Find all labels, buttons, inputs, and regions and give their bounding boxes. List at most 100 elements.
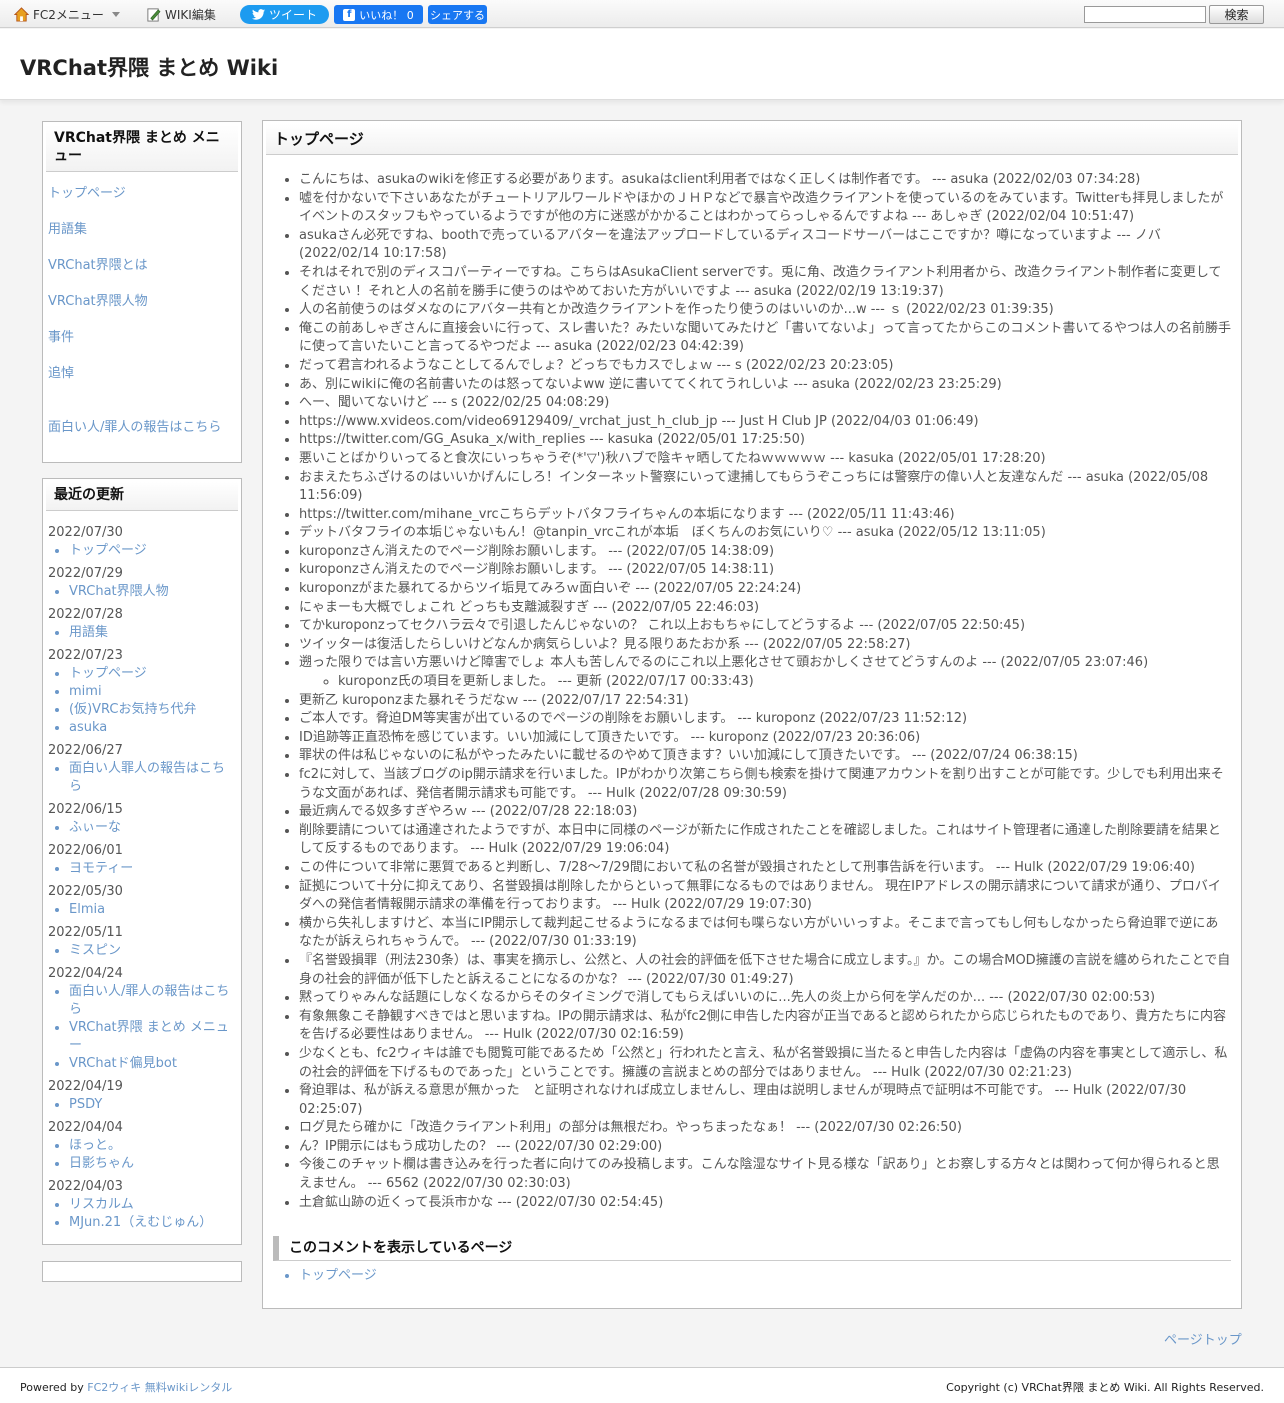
update-link[interactable]: ヨモティー <box>69 861 133 876</box>
update-date: 2022/04/04 <box>48 1120 123 1135</box>
comment-text: 更新乙 kuroponzまた暴れそうだなｗ --- (2022/07/17 22… <box>299 692 689 708</box>
list-item[interactable]: 面白い人罪人の報告はこちら <box>69 760 236 796</box>
wiki-edit-button[interactable]: WIKI編集 <box>146 0 216 28</box>
sidebar-item-label[interactable]: 事件 <box>48 330 74 345</box>
sidebar-item-top[interactable]: トップページ <box>48 185 236 221</box>
site-title[interactable]: VRChat界隈 まとめ Wiki <box>20 52 278 82</box>
comment-item: 嘘を付かないで下さいあなたがチュートリアルワールドやほかのＪＨＰなどで暴言や改造… <box>299 190 1231 227</box>
list-item[interactable]: (仮)VRCお気持ち代弁 <box>69 701 236 719</box>
comment-list: こんにちは、asukaのwikiを修正する必要があります。asukaはclien… <box>263 171 1241 1212</box>
tweet-button[interactable]: ツイート <box>240 5 329 24</box>
comment-item: 罪状の件は私じゃないのに私がやったみたいに載せるのやめて頂きます？いい加減にして… <box>299 747 1231 766</box>
update-link[interactable]: トップページ <box>69 666 147 681</box>
comment-text: 罪状の件は私じゃないのに私がやったみたいに載せるのやめて頂きます？いい加減にして… <box>299 748 1078 764</box>
top-toolbar: FC2メニュー WIKI編集 ツイート f いいね！ 0 シェアする 検索 <box>0 0 1284 28</box>
list-item[interactable]: トップページ <box>69 665 236 683</box>
comment-text: 今後このチャット欄は書き込みを行った者に向けてのみ投稿します。こんな陰湿なサイト… <box>299 1157 1220 1192</box>
list-item[interactable]: ほっと。 <box>69 1137 236 1155</box>
comment-text: てかkuroponzってセクハラ云々で引退したんじゃないの？ これ以上おもちゃに… <box>299 618 1026 634</box>
list-item[interactable]: asuka <box>69 719 236 737</box>
update-link[interactable]: mimi <box>69 684 102 699</box>
sidebar-item-about[interactable]: VRChat界隈とは <box>48 257 236 293</box>
list-item[interactable]: 日影ちゃん <box>69 1155 236 1173</box>
list-item[interactable]: Elmia <box>69 901 236 919</box>
list-item[interactable]: トップページ <box>299 1267 1241 1285</box>
list-item[interactable]: PSDY <box>69 1096 236 1114</box>
list-item[interactable]: 面白い人/罪人の報告はこちら <box>69 983 236 1019</box>
list-item[interactable]: VRChat界隈人物 <box>69 583 236 601</box>
comment-item: 土倉鉱山跡の近くって長浜市かな --- (2022/07/30 02:54:45… <box>299 1194 1231 1213</box>
update-link[interactable]: 日影ちゃん <box>69 1156 134 1171</box>
update-items: PSDY <box>48 1096 236 1114</box>
share-button[interactable]: シェアする <box>428 5 487 24</box>
update-link[interactable]: ほっと。 <box>69 1138 121 1153</box>
comment-item: ログ見たら確かに「改造クライアント利用」の部分は無根だわ。やっちまったなぁ！ -… <box>299 1119 1231 1138</box>
comment-item: https://twitter.com/GG_Asuka_x/with_repl… <box>299 431 1231 450</box>
comment-item: 人の名前使うのはダメなのにアバター共有とか改造クライアントを作ったり使うのはいい… <box>299 301 1231 320</box>
list-item[interactable]: VRChatド偏見bot <box>69 1055 236 1073</box>
sidebar-item-report[interactable]: 面白い人/罪人の報告はこちら <box>48 419 236 455</box>
sidebar-item-glossary[interactable]: 用語集 <box>48 221 236 257</box>
list-item[interactable]: トップページ <box>69 542 236 560</box>
sidebar-item-people[interactable]: VRChat界隈人物 <box>48 293 236 329</box>
update-link[interactable]: Elmia <box>69 902 105 917</box>
fc2-wiki-link[interactable]: FC2ウィキ <box>87 1381 141 1394</box>
comment-item: だって君言われるようなことしてるんでしょ？どっちでもカスでしょｗ --- s (… <box>299 357 1231 376</box>
sidebar-item-label[interactable]: 面白い人/罪人の報告はこちら <box>48 420 221 435</box>
rental-link[interactable]: 無料wikiレンタル <box>145 1381 232 1394</box>
update-date: 2022/06/15 <box>48 802 123 817</box>
update-link[interactable]: 用語集 <box>69 625 108 640</box>
wiki-edit-label: WIKI編集 <box>165 7 216 22</box>
update-link[interactable]: asuka <box>69 720 107 735</box>
comment-item: 今後このチャット欄は書き込みを行った者に向けてのみ投稿します。こんな陰湿なサイト… <box>299 1156 1231 1193</box>
update-link[interactable]: 面白い人罪人の報告はこちら <box>69 761 225 794</box>
update-link[interactable]: 面白い人/罪人の報告はこちら <box>69 984 229 1017</box>
comment-item: デットバタフライの本垢じゃないもん！@tanpin_vrcこれが本垢 ぼくちんの… <box>299 524 1231 543</box>
update-link[interactable]: ミスピン <box>69 943 121 958</box>
fc2-menu-button[interactable]: FC2メニュー <box>14 0 120 28</box>
update-link[interactable]: VRChatド偏見bot <box>69 1056 177 1071</box>
sidebar-item-label[interactable]: 用語集 <box>48 222 87 237</box>
sidebar-item-label[interactable]: 追悼 <box>48 366 74 381</box>
sidebar-item-label[interactable]: トップページ <box>48 186 126 201</box>
comment-item: 削除要請については通達されたようですが、本日中に同様のページが新たに作成されたこ… <box>299 822 1231 859</box>
list-item[interactable]: ミスピン <box>69 942 236 960</box>
update-link[interactable]: PSDY <box>69 1097 102 1112</box>
comment-item: 少なくとも、fc2ウィキは誰でも閲覧可能であるため「公然と」行われたと言え、私が… <box>299 1045 1231 1082</box>
update-link[interactable]: VRChat界隈人物 <box>69 584 169 599</box>
update-date: 2022/04/24 <box>48 966 123 981</box>
page-top-link[interactable]: ページトップ <box>1164 1329 1242 1348</box>
comment-item: この件について非常に悪質であると判断し、7/28～7/29間において私の名誉が毀… <box>299 859 1231 878</box>
list-item[interactable]: MJun.21（えむじゅん） <box>69 1214 236 1232</box>
comment-text: へー、聞いてないけど --- s (2022/02/25 04:08:29) <box>299 395 610 411</box>
like-button[interactable]: f いいね！ 0 <box>334 5 423 24</box>
search-input[interactable] <box>1084 6 1206 23</box>
comment-text: ん？IP開示にはもう成功したの？ --- (2022/07/30 02:29:0… <box>299 1138 663 1154</box>
update-link[interactable]: ふぃーな <box>69 820 121 835</box>
comment-text: 脅迫罪は、私が訴える意思が無かった と証明されなければ成立しませんし、理由は説明… <box>299 1083 1187 1117</box>
update-link[interactable]: トップページ <box>69 543 147 558</box>
sidebar-item-label[interactable]: VRChat界隈人物 <box>48 294 148 309</box>
update-link[interactable]: (仮)VRCお気持ち代弁 <box>69 702 197 717</box>
comment-text: https://twitter.com/GG_Asuka_x/with_repl… <box>299 432 805 448</box>
list-item[interactable]: ふぃーな <box>69 819 236 837</box>
comment-text: kuroponzさん消えたのでページ削除お願いします。 --- (2022/07… <box>299 543 775 559</box>
comment-item: kuroponzがまた暴れてるからツイ垢見てみろｗ面白いぞ --- (2022/… <box>299 580 1231 599</box>
update-link[interactable]: MJun.21（えむじゅん） <box>69 1215 212 1230</box>
sidebar-item-memorial[interactable]: 追悼 <box>48 365 236 419</box>
sidebar-item-label[interactable]: VRChat界隈とは <box>48 258 148 273</box>
page-link[interactable]: トップページ <box>299 1268 377 1283</box>
comment-text: デットバタフライの本垢じゃないもん！@tanpin_vrcこれが本垢 ぼくちんの… <box>299 525 1046 541</box>
update-link[interactable]: VRChat界隈 まとめ メニュー <box>69 1020 229 1053</box>
list-item[interactable]: mimi <box>69 683 236 701</box>
list-item[interactable]: リスカルム <box>69 1196 236 1214</box>
search-button[interactable]: 検索 <box>1209 5 1264 24</box>
list-item[interactable]: VRChat界隈 まとめ メニュー <box>69 1019 236 1055</box>
sidebar-item-incidents[interactable]: 事件 <box>48 329 236 365</box>
comment-item: 俺この前あしゃぎさんに直接会いに行って、スレ書いた？みたいな聞いてみたけど「書い… <box>299 320 1231 357</box>
update-link[interactable]: リスカルム <box>69 1197 134 1212</box>
list-item[interactable]: ヨモティー <box>69 860 236 878</box>
list-item[interactable]: 用語集 <box>69 624 236 642</box>
copyright: Copyright (c) VRChat界隈 まとめ Wiki. All Rig… <box>946 1381 1264 1394</box>
update-items: 面白い人/罪人の報告はこちらVRChat界隈 まとめ メニュー VRChatド偏見… <box>48 983 236 1073</box>
